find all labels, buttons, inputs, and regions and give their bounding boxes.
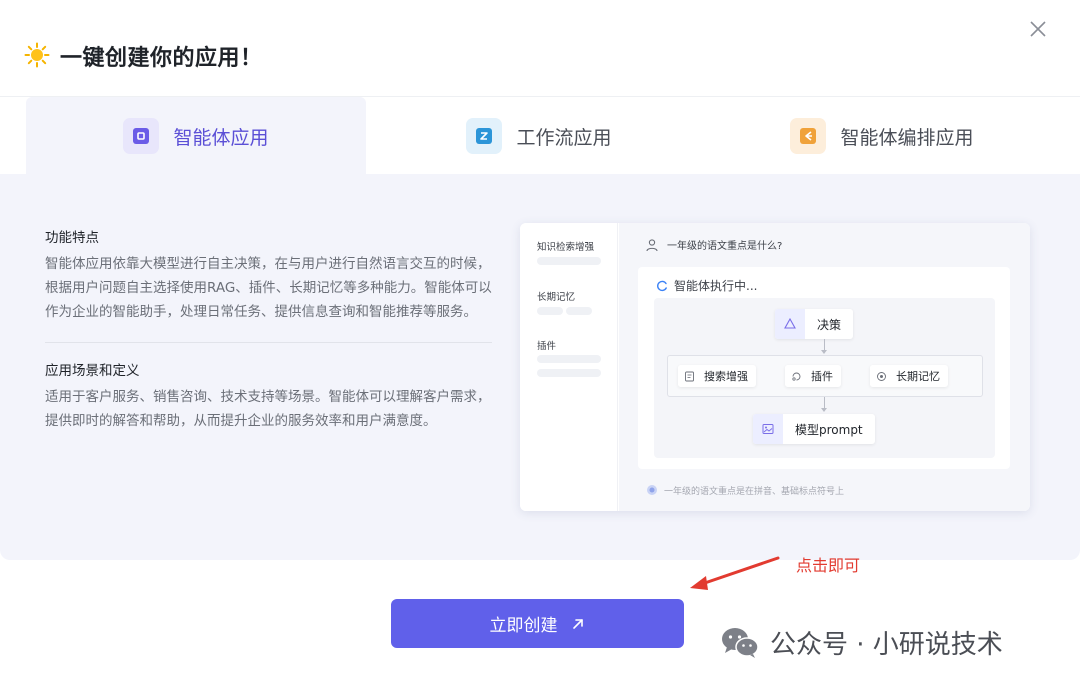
placeholder-bar bbox=[566, 307, 592, 315]
preview-answer: 一年级的语文重点是在拼音、基础标点符号上 bbox=[664, 486, 845, 497]
model-prompt-node: 模型prompt bbox=[753, 414, 875, 444]
placeholder-bar bbox=[537, 307, 563, 315]
image-icon bbox=[753, 414, 783, 444]
decision-icon bbox=[775, 309, 805, 339]
preview-card: 知识检索增强 长期记忆 插件 一年级的语文重点是什么? 智能体执行中... 决策… bbox=[520, 223, 1030, 511]
tab-workflow-app[interactable]: 工作流应用 bbox=[366, 97, 712, 175]
plugin-node: 插件 bbox=[785, 365, 841, 387]
tab-content: 功能特点 智能体应用依靠大模型进行自主决策，在与用户进行自然语言交互的时候，根据… bbox=[0, 174, 1080, 560]
scenarios-body: 适用于客户服务、销售咨询、技术支持等场景。智能体可以理解客户需求，提供即时的解答… bbox=[45, 389, 491, 429]
flow-arrow bbox=[821, 408, 827, 412]
preview-sidebar-item: 插件 bbox=[537, 341, 557, 352]
create-button-label: 立即创建 bbox=[489, 616, 558, 636]
preview-chat: 一年级的语文重点是什么? 智能体执行中... 决策 搜索增强 插件 长期记忆 模… bbox=[619, 223, 1030, 511]
workflow-icon bbox=[466, 118, 503, 154]
dialog-header: 一键创建你的应用！ bbox=[0, 0, 1080, 96]
tab-agent-app[interactable]: 智能体应用 bbox=[26, 97, 366, 175]
dialog-title: 一键创建你的应用！ bbox=[60, 46, 263, 71]
features-title: 功能特点 bbox=[45, 230, 99, 246]
user-question-row: 一年级的语文重点是什么? bbox=[645, 237, 782, 252]
node-label: 长期记忆 bbox=[896, 370, 940, 383]
plugin-icon bbox=[785, 365, 807, 387]
document-icon bbox=[678, 365, 700, 387]
preview-answer-row: 一年级的语文重点是在拼音、基础标点符号上 bbox=[638, 479, 1010, 501]
memory-node: 长期记忆 bbox=[870, 365, 948, 387]
node-label: 模型prompt bbox=[795, 422, 863, 437]
create-app-dialog: 一键创建你的应用！ 智能体应用 工作流应用 智能体编排应用 功能特点 智能体应用… bbox=[0, 0, 1080, 688]
annotation-text: 点击即可 bbox=[796, 556, 861, 575]
tab-label: 工作流应用 bbox=[516, 126, 612, 149]
user-question: 一年级的语文重点是什么? bbox=[667, 241, 783, 252]
preview-sidebar-item: 长期记忆 bbox=[537, 292, 576, 303]
placeholder-bar bbox=[537, 369, 601, 377]
node-label: 决策 bbox=[817, 317, 842, 332]
preview-sidebar-item: 知识检索增强 bbox=[537, 242, 595, 253]
features-body: 智能体应用依靠大模型进行自主决策，在与用户进行自然语言交互的时候，根据用户问题自… bbox=[45, 256, 492, 320]
user-icon bbox=[646, 238, 658, 251]
execution-panel: 智能体执行中... 决策 搜索增强 插件 长期记忆 模型prompt bbox=[638, 267, 1010, 469]
capability-group: 搜索增强 插件 长期记忆 bbox=[667, 355, 983, 397]
watermark: 公众号 · 小研说技术 bbox=[720, 624, 1003, 661]
app-description: 功能特点 智能体应用依靠大模型进行自主决策，在与用户进行自然语言交互的时候，根据… bbox=[45, 226, 492, 433]
tab-label: 智能体编排应用 bbox=[840, 126, 974, 149]
annotation-arrow-icon bbox=[690, 556, 780, 590]
agent-icon bbox=[123, 118, 160, 154]
tab-label: 智能体应用 bbox=[173, 126, 269, 149]
flow-arrow bbox=[821, 350, 827, 354]
orchestration-icon bbox=[790, 118, 827, 154]
preview-sidebar: 知识检索增强 长期记忆 插件 bbox=[520, 223, 618, 511]
scenarios-title: 应用场景和定义 bbox=[45, 363, 140, 379]
watermark-text: 公众号 · 小研说技术 bbox=[770, 630, 1003, 660]
create-now-button[interactable]: 立即创建 bbox=[391, 599, 684, 648]
search-node: 搜索增强 bbox=[678, 365, 756, 387]
flow-diagram: 决策 搜索增强 插件 长期记忆 模型prompt bbox=[654, 298, 995, 458]
wechat-icon bbox=[722, 627, 759, 658]
execution-status: 智能体执行中... bbox=[656, 277, 757, 294]
node-label: 插件 bbox=[811, 370, 833, 383]
divider bbox=[45, 342, 492, 343]
node-label: 搜索增强 bbox=[704, 370, 748, 383]
loading-icon bbox=[657, 280, 667, 291]
tab-orchestration-app[interactable]: 智能体编排应用 bbox=[712, 97, 1052, 175]
sun-icon bbox=[24, 42, 50, 68]
memory-icon bbox=[870, 365, 892, 387]
close-icon[interactable] bbox=[1024, 15, 1052, 43]
execution-status-text: 智能体执行中... bbox=[674, 279, 758, 293]
placeholder-bar bbox=[537, 355, 601, 363]
arrow-up-right-icon bbox=[572, 618, 583, 629]
decision-node: 决策 bbox=[775, 309, 854, 339]
app-type-tabs: 智能体应用 工作流应用 智能体编排应用 bbox=[0, 96, 1080, 175]
placeholder-bar bbox=[537, 257, 601, 265]
logo-icon bbox=[647, 485, 657, 495]
